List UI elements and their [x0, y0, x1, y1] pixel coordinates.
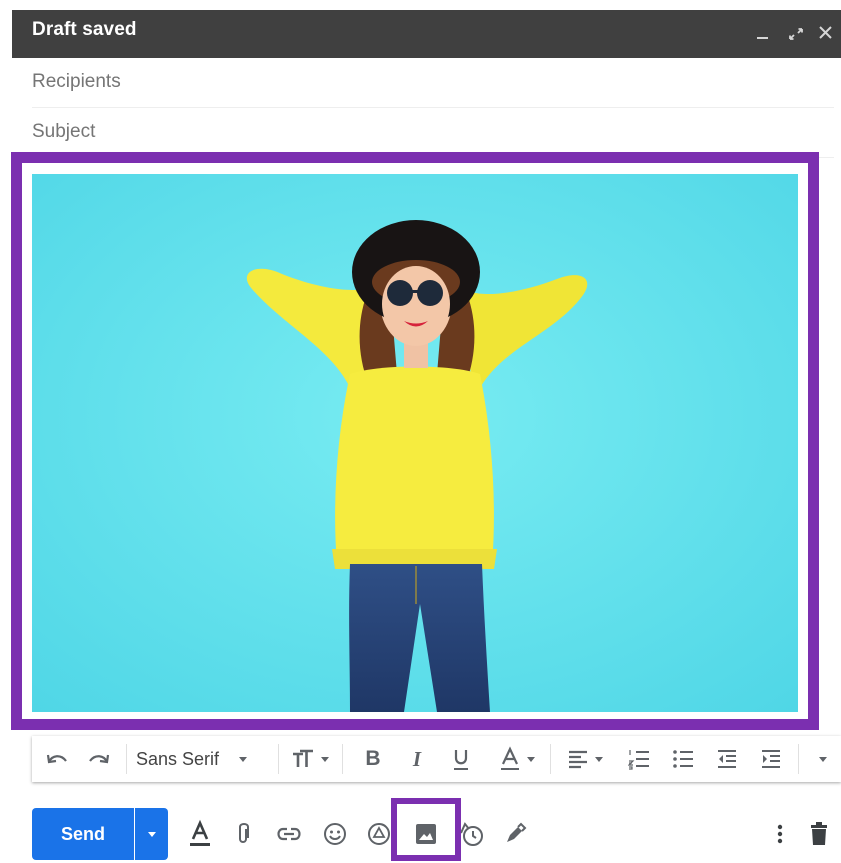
drive-icon[interactable]	[364, 808, 394, 860]
redo-icon[interactable]	[84, 736, 114, 782]
send-label: Send	[60, 823, 105, 844]
inline-image[interactable]	[32, 174, 798, 712]
draft-status: Draft saved	[32, 19, 137, 40]
chevron-down-icon	[239, 756, 248, 762]
bulleted-list-icon[interactable]	[668, 736, 698, 782]
more-options-icon[interactable]	[768, 808, 792, 860]
subject-placeholder: Subject	[32, 121, 96, 142]
formatting-options-icon[interactable]	[182, 808, 218, 860]
attach-icon[interactable]	[230, 808, 256, 860]
indent-less-icon[interactable]	[712, 736, 742, 782]
insert-photo-highlight	[391, 798, 461, 861]
italic-icon[interactable]: I	[402, 736, 432, 782]
underline-icon[interactable]	[446, 736, 476, 782]
text-color-icon[interactable]	[492, 736, 542, 782]
emoji-icon[interactable]	[320, 808, 350, 860]
recipients-placeholder: Recipients	[32, 71, 121, 92]
chevron-down-icon	[595, 756, 603, 762]
close-icon[interactable]	[815, 18, 837, 46]
send-button[interactable]: Send	[32, 808, 134, 860]
font-size-icon[interactable]	[286, 736, 334, 782]
numbered-list-icon[interactable]	[624, 736, 654, 782]
font-family-label: Sans Serif	[136, 748, 220, 769]
undo-icon[interactable]	[42, 736, 72, 782]
discard-icon[interactable]	[806, 808, 832, 860]
compose-title-bar[interactable]: Draft saved	[12, 10, 841, 58]
formatting-toolbar: Sans Serif B I	[32, 736, 841, 782]
link-icon[interactable]	[274, 808, 304, 860]
chevron-down-icon	[321, 756, 329, 762]
chevron-down-icon	[147, 831, 156, 837]
send-options-button[interactable]	[135, 808, 168, 860]
indent-more-icon[interactable]	[756, 736, 786, 782]
chevron-down-icon	[527, 756, 535, 762]
bold-icon[interactable]: B	[358, 736, 388, 782]
minimize-icon[interactable]	[753, 18, 775, 46]
subject-field[interactable]: Subject	[32, 108, 834, 158]
message-body-highlight[interactable]	[11, 152, 819, 730]
align-icon[interactable]	[560, 736, 610, 782]
font-family-select[interactable]: Sans Serif	[136, 736, 274, 782]
recipients-field[interactable]: Recipients	[32, 58, 834, 108]
more-formatting-icon[interactable]	[808, 736, 838, 782]
chevron-down-icon	[819, 756, 827, 762]
fullscreen-icon[interactable]	[785, 18, 807, 46]
signature-icon[interactable]	[500, 808, 530, 860]
